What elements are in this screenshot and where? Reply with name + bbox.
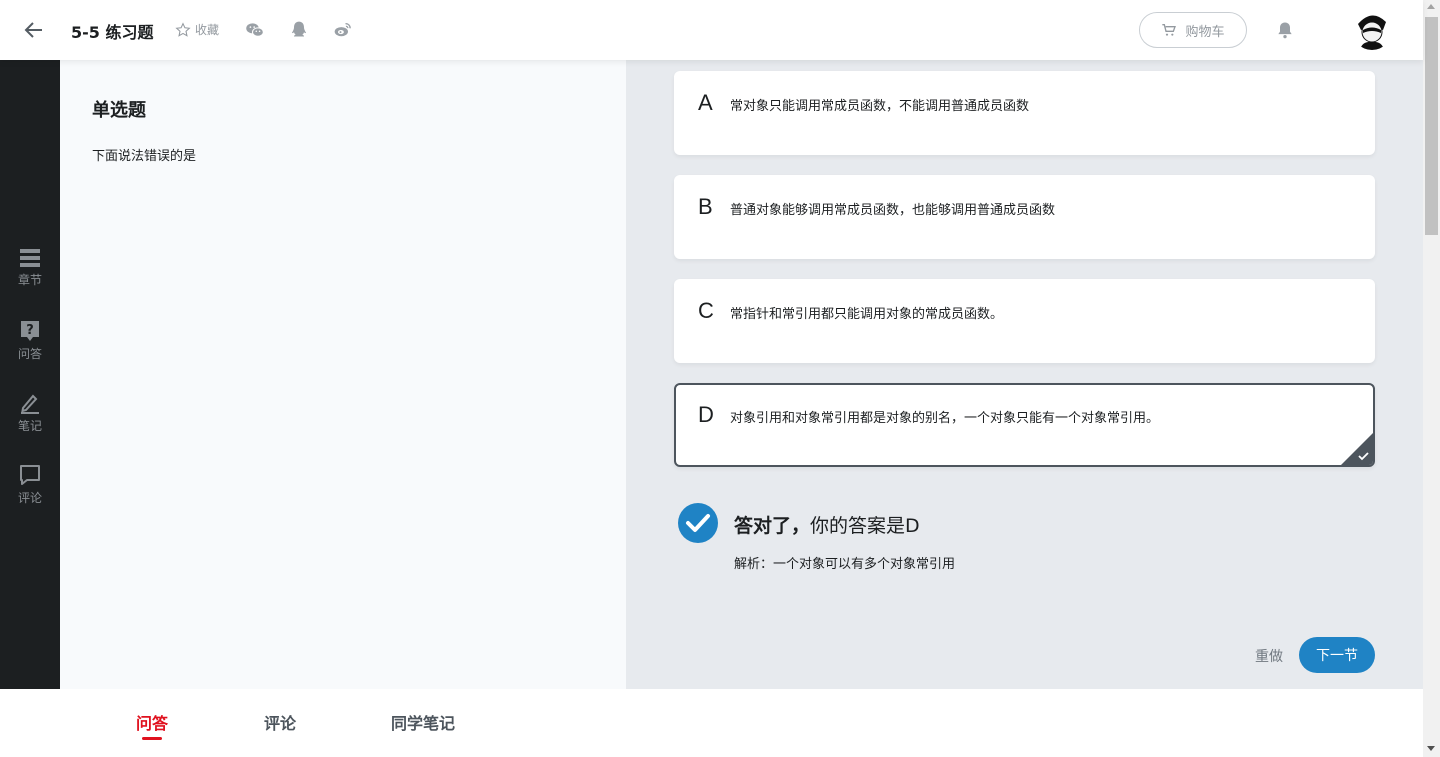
question-type: 单选题 (92, 100, 146, 121)
option-text: 常对象只能调用常成员函数，不能调用普通成员函数 (730, 99, 1030, 114)
star-icon (175, 21, 191, 37)
analysis-text: 解析：一个对象可以有多个对象常引用 (734, 557, 956, 572)
pencil-icon (21, 394, 39, 414)
svg-text:?: ? (26, 323, 34, 338)
option-text: 对象引用和对象常引用都是对象的别名，一个对象只能有一个对象常引用。 (730, 411, 1160, 426)
correct-check-icon (678, 503, 718, 543)
top-header: 5-5 练习题 收藏 购物车 (0, 0, 1423, 60)
option-b[interactable]: B 普通对象能够调用常成员函数，也能够调用普通成员函数 (674, 175, 1375, 259)
sidebar-item-comments[interactable]: 评论 (0, 464, 60, 516)
option-c[interactable]: C 常指针和常引用都只能调用对象的常成员函数。 (674, 279, 1375, 363)
vertical-scrollbar[interactable] (1423, 0, 1440, 757)
user-avatar[interactable] (1352, 10, 1392, 50)
result-status: 答对了， (734, 515, 811, 537)
tab-comments[interactable]: 评论 (264, 710, 296, 734)
cart-button[interactable]: 购物车 (1139, 12, 1247, 48)
qq-icon[interactable] (289, 20, 309, 40)
selected-check-icon (1341, 433, 1373, 465)
weibo-icon[interactable] (333, 20, 353, 40)
cart-label: 购物车 (1185, 24, 1225, 40)
bottom-tab-bar: 问答 评论 同学笔记 (0, 689, 1423, 757)
sidebar-item-label: 笔记 (17, 419, 42, 433)
sidebar-item-label: 问答 (17, 347, 42, 361)
sidebar-item-label: 章节 (17, 273, 42, 287)
favorite-button[interactable]: 收藏 (175, 21, 219, 38)
option-d[interactable]: D 对象引用和对象常引用都是对象的别名，一个对象只能有一个对象常引用。 (674, 383, 1375, 467)
option-letter: C (698, 298, 714, 323)
option-letter: A (698, 90, 713, 115)
scroll-up-arrow-icon[interactable] (1427, 4, 1435, 9)
bell-icon[interactable] (1275, 20, 1295, 40)
cart-icon (1162, 24, 1177, 36)
option-letter: D (698, 402, 714, 427)
sidebar-item-notes[interactable]: 笔记 (0, 392, 60, 444)
lesson-title: 5-5 练习题 (71, 23, 154, 42)
redo-button[interactable]: 重做 (1255, 646, 1283, 666)
question-pane: 单选题 下面说法错误的是 (60, 60, 626, 689)
tab-classmate-notes[interactable]: 同学笔记 (391, 710, 455, 734)
sidebar-item-qa[interactable]: ? 问答 (0, 320, 60, 372)
sidebar-item-label: 评论 (17, 491, 42, 505)
chapters-icon (20, 249, 40, 267)
wechat-icon[interactable] (245, 20, 265, 40)
scroll-down-arrow-icon[interactable] (1427, 746, 1435, 751)
result-message: 答对了，你的答案是D (734, 511, 920, 538)
back-arrow-icon[interactable] (22, 18, 46, 42)
option-letter: B (698, 194, 713, 219)
question-text: 下面说法错误的是 (92, 149, 197, 164)
next-section-button[interactable]: 下一节 (1299, 637, 1375, 673)
option-text: 常指针和常引用都只能调用对象的常成员函数。 (730, 307, 1004, 322)
left-sidebar: 章节 ? 问答 笔记 评论 (0, 60, 60, 689)
active-tab-indicator (142, 737, 162, 740)
scroll-thumb[interactable] (1425, 17, 1438, 235)
question-icon: ? (21, 321, 39, 341)
result-answer: 你的答案是D (810, 515, 920, 537)
sidebar-item-chapters[interactable]: 章节 (0, 248, 60, 300)
comment-icon (20, 465, 40, 485)
tab-qa[interactable]: 问答 (136, 710, 168, 734)
answer-pane: A 常对象只能调用常成员函数，不能调用普通成员函数 B 普通对象能够调用常成员函… (626, 60, 1423, 689)
option-a[interactable]: A 常对象只能调用常成员函数，不能调用普通成员函数 (674, 71, 1375, 155)
favorite-label: 收藏 (195, 23, 220, 37)
option-text: 普通对象能够调用常成员函数，也能够调用普通成员函数 (730, 203, 1056, 218)
